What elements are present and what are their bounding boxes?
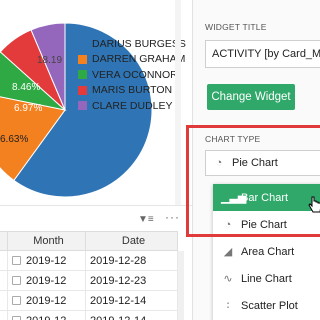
row-checkbox[interactable] bbox=[12, 256, 21, 265]
hand-cursor-icon bbox=[308, 196, 320, 213]
widget-title-label: WIDGET TITLE bbox=[205, 22, 267, 32]
legend-swatch bbox=[78, 101, 87, 111]
legend-swatch bbox=[78, 70, 87, 80]
row-checkbox[interactable] bbox=[12, 316, 21, 320]
pie-chart-widget: DARIUS BURGESS DARREN GRAHAM VERA OCONNOR M… bbox=[0, 0, 192, 205]
chart-scrollbar[interactable] bbox=[175, 0, 181, 205]
legend-item[interactable]: MARIS BURTON bbox=[78, 83, 186, 99]
app: DARIUS BURGESS DARREN GRAHAM VERA OCONNOR M… bbox=[0, 0, 320, 320]
option-line-chart[interactable]: ∿ Line Chart bbox=[213, 265, 320, 292]
option-label: Area Chart bbox=[241, 245, 295, 258]
table-row[interactable]: 2019-12 2019-12-14 bbox=[0, 291, 178, 311]
legend-swatch bbox=[78, 39, 87, 49]
cell-date: 2019-12-14 bbox=[86, 311, 178, 320]
month-value: 2019-12 bbox=[26, 315, 66, 320]
cell-date: 2019-12-14 bbox=[86, 291, 178, 310]
cell-date: 2019-12-23 bbox=[86, 271, 178, 290]
month-value: 2019-12 bbox=[26, 274, 67, 287]
legend-label: CLARE DUDLEY bbox=[92, 99, 173, 112]
dashboard-area: DARIUS BURGESS DARREN GRAHAM VERA OCONNOR M… bbox=[0, 0, 192, 320]
cell-date: 2019-12-28 bbox=[86, 251, 178, 270]
row-checkbox[interactable] bbox=[12, 296, 21, 305]
legend-item[interactable]: DARREN GRAHAM bbox=[78, 52, 186, 68]
legend-item[interactable]: DARIUS BURGESS bbox=[78, 36, 186, 52]
header-month[interactable]: Month bbox=[8, 232, 86, 250]
grid-header: Month Date bbox=[0, 231, 178, 251]
highlight-box bbox=[186, 125, 320, 237]
cell-month: 2019-12 bbox=[8, 291, 86, 310]
table-row[interactable]: 2019-12 2019-12-23 bbox=[0, 271, 178, 291]
header-date[interactable]: Date bbox=[86, 232, 178, 250]
chart-legend: DARIUS BURGESS DARREN GRAHAM VERA OCONNOR M… bbox=[78, 36, 186, 114]
legend-item[interactable]: VERA OCONNOR bbox=[78, 67, 186, 83]
row-spacer bbox=[0, 311, 8, 320]
area-chart-icon: ◢ bbox=[223, 246, 233, 258]
header-spacer bbox=[0, 232, 8, 250]
slice-label-maris: 6.97% bbox=[14, 103, 43, 114]
slice-label-darren: 18.19 bbox=[37, 55, 63, 66]
legend-label: VERA OCONNOR bbox=[92, 68, 178, 81]
row-checkbox[interactable] bbox=[12, 276, 21, 285]
legend-label: DARREN GRAHAM bbox=[92, 53, 186, 66]
filter-icon[interactable]: ▼≡ bbox=[138, 214, 154, 225]
month-value: 2019-12 bbox=[26, 294, 67, 307]
option-area-chart[interactable]: ◢ Area Chart bbox=[213, 238, 320, 265]
row-spacer bbox=[0, 251, 8, 270]
slice-label-vera: 8.46% bbox=[12, 82, 41, 93]
legend-item[interactable]: CLARE DUDLEY bbox=[78, 98, 186, 114]
slice-label-clare: 6.63% bbox=[0, 134, 29, 145]
cell-month: 2019-12 bbox=[8, 311, 86, 320]
line-chart-icon: ∿ bbox=[223, 273, 233, 285]
option-label: Line Chart bbox=[241, 272, 292, 285]
month-value: 2019-12 bbox=[26, 254, 67, 267]
legend-label: DARIUS BURGESS bbox=[92, 37, 186, 50]
grid-scrollbar[interactable] bbox=[178, 251, 184, 320]
row-spacer bbox=[0, 271, 8, 290]
change-widget-button[interactable]: Change Widget bbox=[207, 84, 295, 110]
widget-title-input[interactable]: ACTIVITY [by Card_M bbox=[205, 40, 320, 68]
legend-swatch bbox=[78, 54, 87, 64]
legend-swatch bbox=[78, 85, 87, 95]
grid-toolbar: ▼≡ ··· bbox=[0, 205, 192, 231]
more-icon[interactable]: ··· bbox=[165, 210, 180, 224]
cell-month: 2019-12 bbox=[8, 251, 86, 270]
option-label: Scatter Plot bbox=[241, 299, 298, 312]
option-scatter-plot[interactable]: ∶ Scatter Plot bbox=[213, 292, 320, 319]
row-spacer bbox=[0, 291, 8, 310]
cell-month: 2019-12 bbox=[8, 271, 86, 290]
table-row[interactable]: 2019-12 2019-12-14 bbox=[0, 311, 178, 320]
scatter-plot-icon: ∶ bbox=[226, 300, 230, 312]
legend-label: MARIS BURTON bbox=[92, 84, 173, 97]
table-row[interactable]: 2019-12 2019-12-28 bbox=[0, 251, 178, 271]
data-grid: Month Date 2019-12 2019-12-28 2019-12 20… bbox=[0, 231, 178, 320]
